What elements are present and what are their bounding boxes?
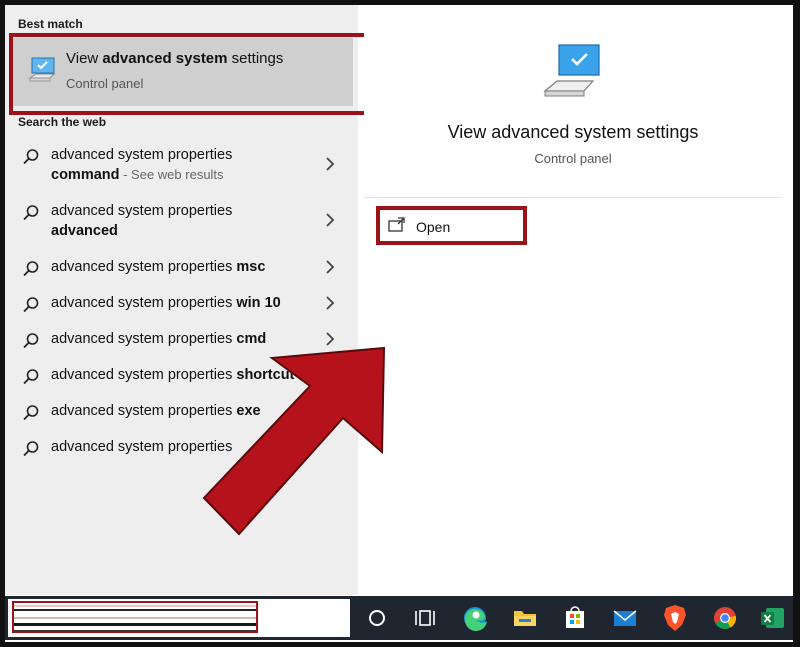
- web-result-label: advanced system properties msc: [51, 259, 266, 275]
- search-icon: [23, 333, 39, 349]
- open-button[interactable]: Open: [376, 206, 527, 245]
- web-result-label: advanced system properties win 10: [51, 295, 281, 311]
- computer-icon: [543, 44, 600, 97]
- search-icon: [23, 369, 39, 385]
- detail-panel: [364, 18, 782, 595]
- divider: [364, 197, 782, 198]
- brave-icon[interactable]: [659, 602, 691, 634]
- redacted-search-text: [12, 601, 258, 633]
- web-result-label: advanced system properties advanced: [51, 203, 233, 239]
- chevron-right-icon: [326, 296, 335, 310]
- search-web-heading: Search the web: [18, 115, 107, 129]
- web-result[interactable]: advanced system properties command - See …: [10, 145, 350, 193]
- task-view-icon[interactable]: [409, 602, 441, 634]
- web-result[interactable]: advanced system properties msc: [10, 257, 350, 285]
- excel-icon[interactable]: [757, 602, 789, 634]
- cortana-icon[interactable]: [361, 602, 393, 634]
- web-result-label: advanced system properties command - See …: [51, 147, 233, 183]
- search-icon: [23, 205, 39, 221]
- best-match-highlight: [9, 33, 371, 115]
- search-icon: [23, 261, 39, 277]
- search-icon: [23, 441, 39, 457]
- web-result[interactable]: advanced system properties advanced: [10, 201, 350, 249]
- taskbar-search-box[interactable]: [8, 599, 350, 637]
- edge-icon[interactable]: [459, 602, 491, 634]
- search-icon: [23, 405, 39, 421]
- chrome-icon[interactable]: [709, 602, 741, 634]
- detail-subtitle: Control panel: [534, 151, 612, 166]
- taskbar: [5, 596, 793, 640]
- best-match-heading: Best match: [18, 17, 83, 31]
- open-label: Open: [416, 219, 451, 235]
- chevron-right-icon: [326, 157, 335, 171]
- chevron-right-icon: [326, 213, 335, 227]
- chevron-right-icon: [326, 260, 335, 274]
- annotation-arrow: [202, 346, 386, 536]
- file-explorer-icon[interactable]: [509, 602, 541, 634]
- mail-icon[interactable]: [609, 602, 641, 634]
- search-icon: [23, 297, 39, 313]
- web-result[interactable]: advanced system properties win 10: [10, 293, 350, 321]
- open-external-icon: [388, 217, 405, 232]
- store-icon[interactable]: [559, 602, 591, 634]
- detail-title: View advanced system settings: [447, 122, 699, 142]
- search-icon: [23, 149, 39, 165]
